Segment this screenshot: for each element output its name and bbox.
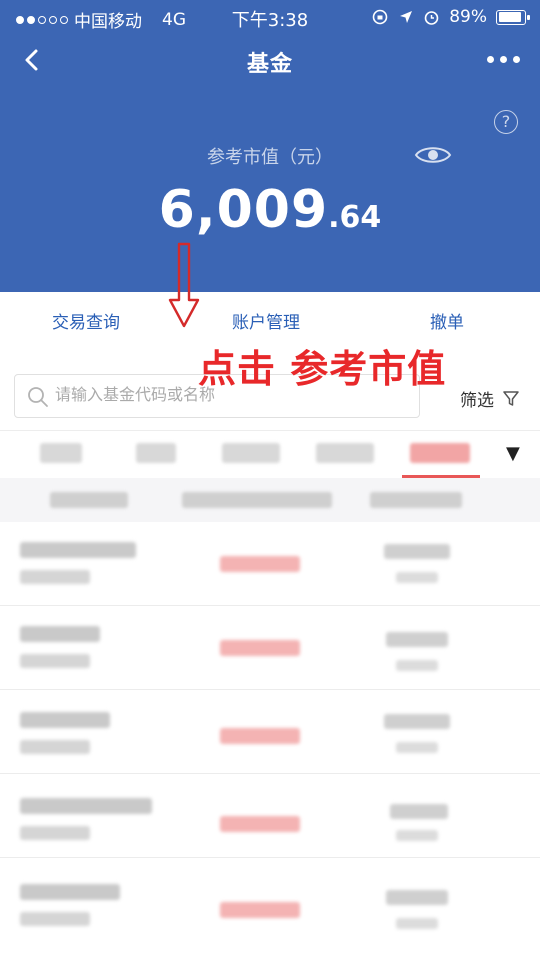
nav-bar: 基金 <box>0 34 540 88</box>
column-header-blurred <box>182 492 332 508</box>
market-value-decimal: .64 <box>328 200 382 235</box>
location-icon <box>400 11 413 23</box>
status-bar: 中国移动 4G 下午3:38 89% <box>0 0 540 34</box>
fund-value-blurred <box>384 544 450 559</box>
caret-down-icon[interactable]: ▼ <box>506 443 520 464</box>
fund-row[interactable] <box>0 606 540 690</box>
fund-row[interactable] <box>0 522 540 606</box>
fund-row[interactable] <box>0 774 540 858</box>
fund-value-blurred <box>386 632 448 647</box>
rotation-lock-icon <box>372 9 388 25</box>
market-value-label[interactable]: 参考市值（元） <box>0 143 540 169</box>
fund-date-blurred <box>396 660 438 671</box>
tab-blurred[interactable] <box>222 443 280 463</box>
status-icons: 89% <box>371 7 530 27</box>
filter-label: 筛选 <box>460 391 494 411</box>
column-header-blurred <box>370 492 462 508</box>
market-value-integer: 6,009 <box>158 180 329 240</box>
ellipsis-icon[interactable] <box>487 56 520 63</box>
fund-rate-blurred <box>220 816 300 832</box>
fund-date-blurred <box>396 572 438 583</box>
fund-value-blurred <box>384 714 450 729</box>
fund-name-blurred <box>20 626 100 642</box>
annotation-text: 点击 参考市值 <box>198 347 447 391</box>
funnel-icon <box>503 390 519 406</box>
battery-icon <box>496 9 530 25</box>
fund-name-blurred <box>20 542 136 558</box>
fund-name-blurred <box>20 798 152 814</box>
eye-icon[interactable] <box>414 143 452 167</box>
fund-value-blurred <box>386 890 448 905</box>
fund-value-blurred <box>390 804 448 819</box>
tab-blurred[interactable] <box>316 443 374 463</box>
fund-rate-blurred <box>220 728 300 744</box>
header: 中国移动 4G 下午3:38 89% 基金 ? 参考市值（元） 6,009.64 <box>0 0 540 292</box>
fund-row[interactable] <box>0 858 540 960</box>
column-header <box>0 478 540 522</box>
page-title: 基金 <box>246 52 293 77</box>
arrow-down-icon <box>168 242 200 328</box>
column-header-blurred <box>50 492 128 508</box>
fund-date-blurred <box>396 742 438 753</box>
fund-type-tabs: ▼ <box>0 430 540 478</box>
search-icon <box>28 387 48 407</box>
account-management-link[interactable]: 账户管理 <box>232 308 300 333</box>
battery-percent: 89% <box>449 7 487 27</box>
trade-query-link[interactable]: 交易查询 <box>52 308 120 333</box>
fund-code-blurred <box>20 912 90 926</box>
fund-code-blurred <box>20 570 90 584</box>
tab-blurred[interactable] <box>40 443 82 463</box>
fund-code-blurred <box>20 740 90 754</box>
help-icon[interactable]: ? <box>494 110 518 134</box>
fund-rate-blurred <box>220 556 300 572</box>
fund-rate-blurred <box>220 640 300 656</box>
fund-row[interactable] <box>0 690 540 774</box>
fund-name-blurred <box>20 712 110 728</box>
fund-code-blurred <box>20 654 90 668</box>
fund-name-blurred <box>20 884 120 900</box>
alarm-icon <box>424 10 439 25</box>
market-value[interactable]: 6,009.64 <box>0 180 540 240</box>
fund-date-blurred <box>396 830 438 841</box>
tab-blurred-active[interactable] <box>410 443 470 463</box>
filter-button[interactable]: 筛选 <box>460 386 520 411</box>
tab-blurred[interactable] <box>136 443 176 463</box>
cancel-order-link[interactable]: 撤单 <box>430 308 464 333</box>
fund-code-blurred <box>20 826 90 840</box>
fund-date-blurred <box>396 918 438 929</box>
fund-rate-blurred <box>220 902 300 918</box>
